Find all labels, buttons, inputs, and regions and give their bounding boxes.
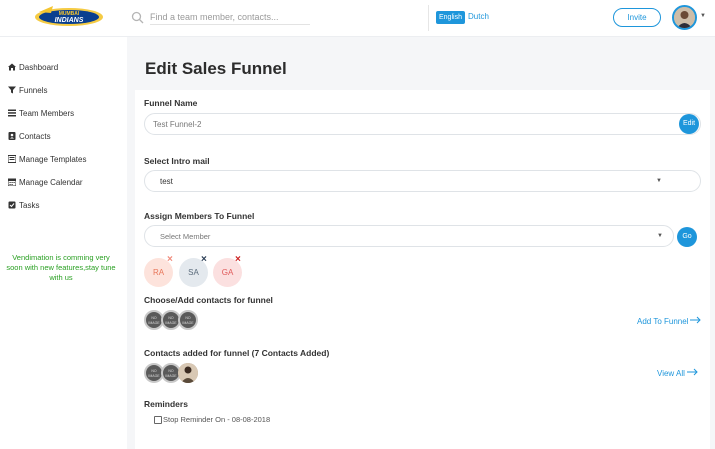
calendar-icon [7,178,17,187]
chevron-down-icon[interactable]: ▼ [700,13,706,19]
sidebar-item-funnels[interactable]: Funnels [8,84,47,96]
sidebar-item-label: Tasks [19,200,40,210]
main-content: Edit Sales Funnel Funnel Name Test Funne… [127,37,715,449]
sidebar-item-dashboard[interactable]: Dashboard [8,61,58,73]
no-image-text: NO IMAGE [165,369,177,378]
sidebar: Dashboard Funnels Team Members Contacts … [0,37,127,449]
filter-icon [8,86,16,94]
funnel-name-label: Funnel Name [144,98,198,108]
edit-button[interactable]: Edit [679,114,699,134]
promo-message: Vendimation is comming very soon with ne… [6,253,116,282]
stop-reminder-text: Stop Reminder On - 08-08-2018 [163,415,271,424]
search-input[interactable] [150,9,310,25]
contact-photo-avatar[interactable] [178,363,198,383]
home-icon [8,63,16,71]
add-to-funnel-link[interactable]: Add To Funnel [637,316,702,326]
stop-reminder-checkbox[interactable] [154,416,162,424]
sidebar-item-manage-calendar[interactable]: Manage Calendar [7,176,83,188]
language-english-button[interactable]: English [436,11,465,24]
assign-members-label: Assign Members To Funnel [144,211,255,221]
invite-button[interactable]: Invite [613,8,661,27]
sidebar-item-label: Contacts [19,131,51,141]
contact-avatar[interactable]: NO IMAGE [178,310,198,330]
brand-logo[interactable]: MUMBAI INDIANS [33,4,105,28]
close-icon[interactable]: × [201,255,207,265]
sidebar-item-contacts[interactable]: Contacts [8,130,51,142]
sidebar-item-team-members[interactable]: Team Members [8,107,74,119]
user-avatar[interactable] [672,5,697,30]
reminders-label: Reminders [144,399,188,409]
sidebar-item-label: Manage Calendar [19,177,83,187]
search-icon[interactable] [131,11,144,24]
view-all-link[interactable]: View All [657,368,699,378]
no-image-text: NO IMAGE [182,316,194,325]
top-header: MUMBAI INDIANS English Dutch Invite ▼ [0,0,715,37]
member-initials: RA [152,268,165,277]
page-title: Edit Sales Funnel [145,59,287,78]
no-image-text: NO IMAGE [148,316,160,325]
chevron-down-icon: ▼ [657,233,663,239]
sidebar-item-label: Team Members [19,108,75,118]
intro-mail-value: test [160,177,173,186]
intro-mail-select[interactable]: test ▼ [144,170,701,192]
language-dutch-button[interactable]: Dutch [468,12,489,21]
sidebar-item-tasks[interactable]: Tasks [8,199,39,211]
member-select[interactable]: Select Member ▼ [144,225,674,247]
member-select-placeholder: Select Member [160,232,211,241]
intro-mail-label: Select Intro mail [144,156,210,166]
funnel-name-field[interactable]: Test Funnel-2 [144,113,701,135]
member-initials: GA [221,268,234,277]
header-divider [428,5,429,31]
add-to-funnel-label: Add To Funnel [637,316,689,326]
tasks-icon [8,201,16,209]
close-icon[interactable]: × [167,255,173,265]
member-initials: SA [188,268,199,277]
sidebar-item-label: Funnels [19,85,48,95]
sidebar-item-label: Manage Templates [19,154,87,164]
template-icon [7,155,17,163]
choose-contacts-label: Choose/Add contacts for funnel [144,295,273,305]
close-icon[interactable]: × [235,255,241,265]
sidebar-item-manage-templates[interactable]: Manage Templates [7,153,87,165]
no-image-text: NO IMAGE [148,369,160,378]
sidebar-item-label: Dashboard [19,62,59,72]
address-book-icon [8,132,16,140]
svg-text:INDIANS: INDIANS [55,17,84,24]
chevron-down-icon: ▼ [656,178,662,184]
list-icon [8,109,16,117]
arrow-right-icon [685,368,699,378]
contacts-added-label: Contacts added for funnel (7 Contacts Ad… [144,348,330,358]
funnel-name-value: Test Funnel-2 [153,120,202,129]
no-image-text: NO IMAGE [165,316,177,325]
arrow-right-icon [688,316,702,326]
go-button[interactable]: Go [677,227,697,247]
view-all-label: View All [657,368,685,378]
